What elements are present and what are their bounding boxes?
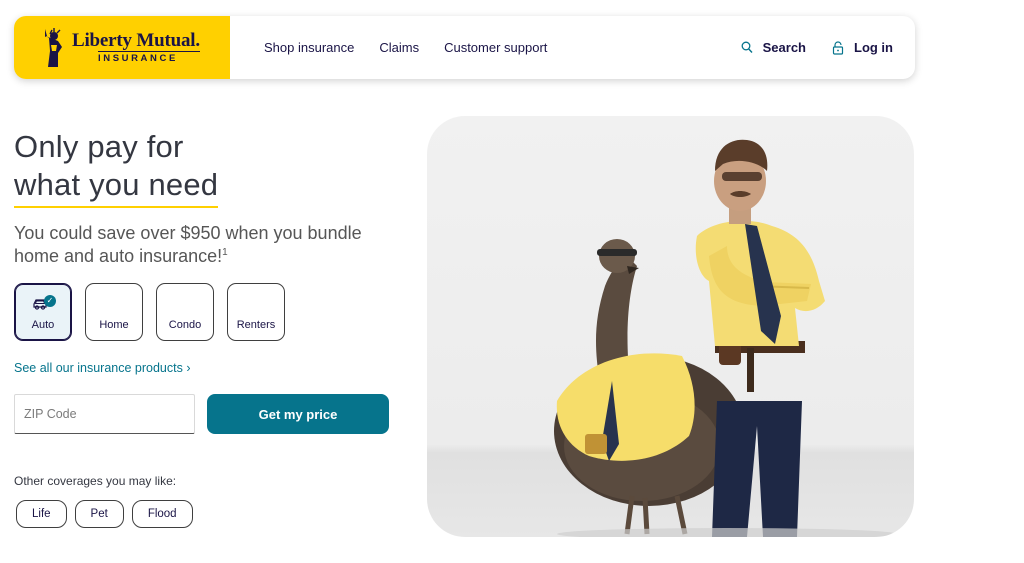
utility-nav: Search Log in xyxy=(741,40,893,55)
logo-subtitle: INSURANCE xyxy=(98,50,200,65)
hero-headline: Only pay for what you need xyxy=(14,128,219,208)
other-coverages: Life Pet Flood xyxy=(16,500,201,528)
lock-icon xyxy=(832,40,844,55)
coverage-pill-flood[interactable]: Flood xyxy=(131,500,193,528)
logo-name: Liberty Mutual. xyxy=(72,29,200,51)
headline-line-2: what you need xyxy=(14,166,219,208)
hero-image xyxy=(427,116,914,537)
see-all-products-link[interactable]: See all our insurance products › xyxy=(14,361,190,375)
search-icon xyxy=(741,41,753,53)
coverage-pill-pet[interactable]: Pet xyxy=(74,500,124,528)
headline-line-1: Only pay for xyxy=(14,129,184,164)
liberty-man-and-emu-illustration xyxy=(554,139,897,537)
login-button[interactable]: Log in xyxy=(832,40,893,55)
get-my-price-button[interactable]: Get my price xyxy=(207,394,389,434)
selected-check-icon: ✓ xyxy=(44,295,56,307)
product-label-auto: Auto xyxy=(31,319,55,331)
product-label-home: Home xyxy=(99,319,129,331)
nav-claims[interactable]: Claims xyxy=(379,40,419,55)
login-label: Log in xyxy=(854,40,893,55)
search-button[interactable]: Search xyxy=(741,40,806,55)
search-label: Search xyxy=(762,40,806,55)
subtext-body: You could save over $950 when you bundle… xyxy=(14,223,362,266)
hero-subtext: You could save over $950 when you bundle… xyxy=(14,222,394,268)
main-nav: Shop insurance Claims Customer support xyxy=(264,40,572,55)
site-header: Liberty Mutual. INSURANCE Shop insurance… xyxy=(14,16,915,79)
product-tile-condo[interactable]: Condo xyxy=(156,283,214,341)
product-label-renters: Renters xyxy=(236,319,276,331)
product-tile-auto[interactable]: ✓ Auto xyxy=(14,283,72,341)
nav-customer-support[interactable]: Customer support xyxy=(444,40,547,55)
statue-of-liberty-logo-icon xyxy=(45,27,62,67)
product-tile-renters[interactable]: Renters xyxy=(227,283,285,341)
liberty-mutual-logo[interactable]: Liberty Mutual. INSURANCE xyxy=(14,16,230,79)
product-selector: ✓ Auto Home Condo Renters xyxy=(14,283,298,341)
product-label-condo: Condo xyxy=(168,319,202,331)
footnote-marker: 1 xyxy=(222,247,228,258)
product-tile-home[interactable]: Home xyxy=(85,283,143,341)
zip-code-input[interactable] xyxy=(14,394,195,434)
coverage-pill-life[interactable]: Life xyxy=(16,500,67,528)
other-coverages-label: Other coverages you may like: xyxy=(14,474,177,488)
nav-shop-insurance[interactable]: Shop insurance xyxy=(264,40,354,55)
